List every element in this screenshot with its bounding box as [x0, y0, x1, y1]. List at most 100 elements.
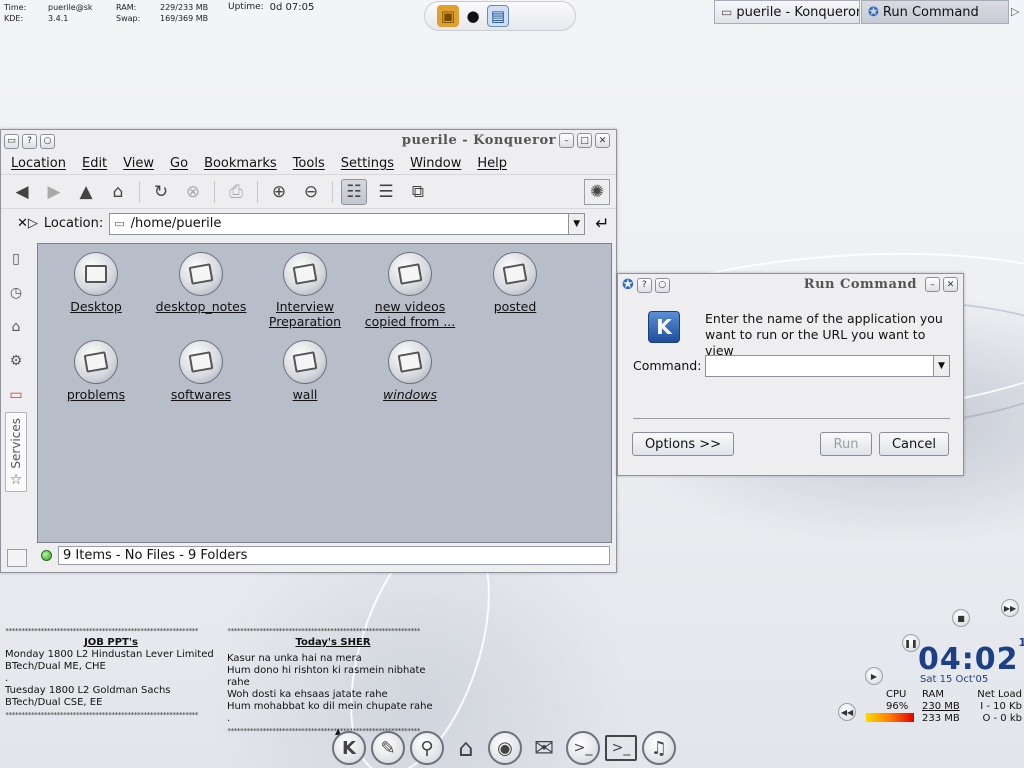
run-button[interactable]: Run [820, 432, 872, 456]
menu-window[interactable]: Window [410, 156, 461, 171]
folder-item[interactable]: problems [46, 340, 146, 402]
zoom-in-icon[interactable]: ⊕ [266, 179, 292, 205]
bomb-icon[interactable]: ● [462, 5, 484, 27]
menu-help[interactable]: Help [477, 156, 507, 171]
folder-item[interactable]: wall [255, 340, 355, 402]
home-tab-icon[interactable]: ⌂ [5, 310, 27, 344]
time-label: Time: [4, 3, 27, 12]
stars-divider: ****************************************… [227, 627, 421, 635]
tools-icon[interactable]: ✎ [371, 731, 405, 765]
music-player-icon[interactable]: ♫ [642, 731, 676, 765]
menu-go[interactable]: Go [170, 156, 188, 171]
chevron-down-icon[interactable]: ▼ [568, 213, 585, 234]
panel-toggle-box[interactable] [7, 549, 27, 567]
up-icon[interactable]: ▲ [73, 179, 99, 205]
help-icon[interactable]: ? [636, 277, 652, 293]
window-settings-icon[interactable]: ▤ [487, 5, 509, 27]
location-input[interactable]: ▭ /home/puerile ▼ [109, 212, 586, 235]
desktop-date: Sat 15 Oct'05 [920, 674, 989, 685]
options-button[interactable]: Options >> [632, 432, 734, 456]
folder-item[interactable]: Desktop [46, 252, 146, 314]
folder-item[interactable]: desktop_notes [151, 252, 251, 314]
terminal-icon[interactable]: >_ [605, 735, 637, 761]
menu-view[interactable]: View [123, 156, 154, 171]
browser-icon[interactable]: ◉ [488, 731, 522, 765]
folder-name: windows [383, 387, 437, 402]
star-icon: ☆ [9, 472, 23, 489]
folder-item[interactable]: Interview Preparation [255, 252, 355, 329]
cancel-button[interactable]: Cancel [879, 432, 949, 456]
menu-settings[interactable]: Settings [341, 156, 394, 171]
net-in: I - 10 Kb [980, 701, 1022, 712]
folder-launcher-icon[interactable]: ▣ [437, 5, 459, 27]
minimize-icon[interactable]: – [925, 277, 940, 292]
home-icon[interactable]: ⌂ [449, 731, 483, 765]
split-view-icon[interactable]: ⧉ [405, 179, 431, 205]
prev-media-icon[interactable]: ◀◀ [838, 703, 856, 721]
next-media-icon[interactable]: ▶▶ [1001, 599, 1019, 617]
mail-icon[interactable]: ✉ [527, 731, 561, 765]
run-command-titlebar[interactable]: ✪ ? ○ Run Command – ✕ [618, 274, 963, 296]
stop-media-icon[interactable]: ■ [952, 609, 970, 627]
folder-item[interactable]: new videos copied from ... [360, 252, 460, 329]
history-tab-icon[interactable]: ◷ [5, 276, 27, 310]
ram-label: RAM: [116, 3, 137, 12]
clear-location-icon[interactable]: ✕▷ [17, 216, 38, 231]
folder-icon [179, 252, 223, 296]
sticky-icon[interactable]: ○ [654, 277, 670, 293]
zoom-out-icon[interactable]: ⊖ [298, 179, 324, 205]
folder-item[interactable]: windows [360, 340, 460, 402]
folder-small-icon: ▭ [114, 217, 125, 230]
job-notes-title: JOB PPT's [84, 637, 138, 648]
bottom-dock: K ✎ ⚲ ⌂ ◉ ✉ >_ >_ ♫ [332, 728, 676, 768]
forward-icon[interactable]: ▶ [41, 179, 67, 205]
back-icon[interactable]: ◀ [9, 179, 35, 205]
close-icon[interactable]: ✕ [943, 277, 958, 292]
stars-divider: ****************************************… [5, 627, 199, 635]
chevron-down-icon[interactable]: ▼ [933, 356, 949, 376]
job-line: Monday 1800 L2 Hindustan Lever Limited [5, 649, 214, 660]
bookmarks-tab-icon[interactable]: ▯ [5, 242, 27, 276]
taskbar-scroll-arrow-icon[interactable]: ▷ [1011, 5, 1019, 18]
menu-tools[interactable]: Tools [293, 156, 325, 171]
folder-name: desktop_notes [155, 299, 247, 314]
menu-bookmarks[interactable]: Bookmarks [204, 156, 277, 171]
menu-edit[interactable]: Edit [82, 156, 107, 171]
services-tab[interactable]: Services ☆ [5, 412, 27, 492]
command-input[interactable]: ▼ [705, 355, 950, 377]
folder-icon [388, 252, 432, 296]
taskbar-konqueror[interactable]: ▭ puerile - Konqueror [714, 0, 860, 24]
network-tab-icon[interactable]: ⚙ [5, 344, 27, 378]
stop-icon[interactable]: ⊗ [180, 179, 206, 205]
taskbar-run-command[interactable]: ✪ Run Command [861, 0, 1009, 24]
run-shell-icon[interactable]: >_ [566, 731, 600, 765]
run-icon[interactable]: ✪ [622, 277, 634, 293]
window-menu-icon[interactable]: ▭ [4, 133, 19, 149]
root-folder-tab-icon[interactable]: ▭ [5, 378, 27, 412]
folder-icon: ▭ [721, 5, 733, 19]
play-media-icon[interactable]: ▶ [865, 667, 883, 685]
print-icon[interactable]: ⎙ [223, 179, 249, 205]
taskbar-label: puerile - Konqueror [736, 4, 860, 20]
reload-icon[interactable]: ↻ [148, 179, 174, 205]
go-enter-icon[interactable]: ↵ [595, 214, 609, 234]
net-label: Net Load [977, 689, 1022, 700]
home-icon[interactable]: ⌂ [105, 179, 131, 205]
dialog-divider [633, 418, 950, 419]
location-bar: ✕▷ Location: ▭ /home/puerile ▼ ↵ [1, 208, 616, 238]
konqueror-titlebar[interactable]: ▭ ? ○ puerile - Konqueror – □ ✕ [1, 130, 616, 152]
kde-menu-icon[interactable]: K [332, 731, 366, 765]
folder-item[interactable]: posted [465, 252, 565, 314]
sticky-icon[interactable]: ○ [40, 133, 55, 149]
maximize-icon[interactable]: □ [577, 133, 592, 148]
folder-item[interactable]: softwares [151, 340, 251, 402]
minimize-icon[interactable]: – [559, 133, 574, 148]
search-icon[interactable]: ⚲ [410, 731, 444, 765]
detail-view-icon[interactable]: ☰ [373, 179, 399, 205]
close-icon[interactable]: ✕ [595, 133, 610, 148]
folder-name: new videos copied from ... [364, 299, 456, 329]
icon-view-icon[interactable]: ☷ [341, 178, 367, 205]
menu-location[interactable]: Location [11, 156, 66, 171]
help-icon[interactable]: ? [22, 133, 37, 149]
konqueror-window: ▭ ? ○ puerile - Konqueror – □ ✕ Location… [0, 129, 617, 573]
